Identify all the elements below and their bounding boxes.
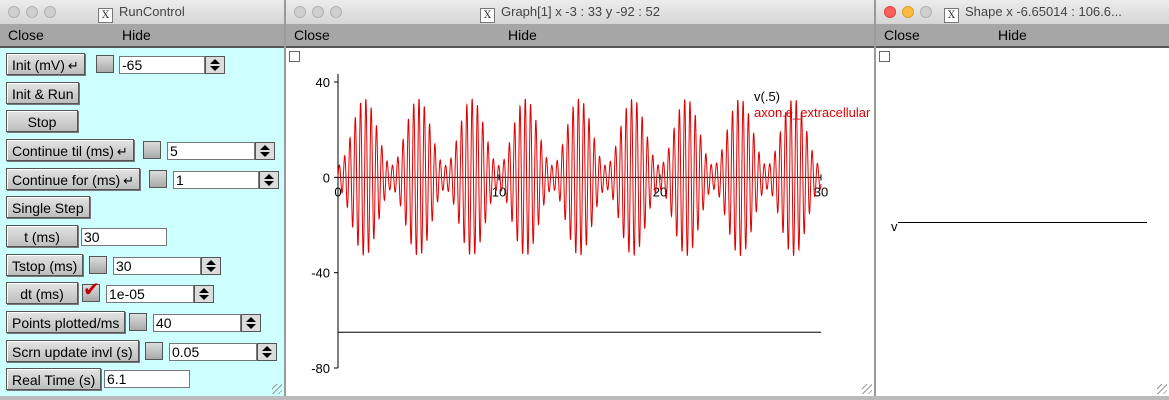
points-plotted-button[interactable]: Points plotted/ms [6,311,126,333]
points-plotted-checkbox[interactable] [129,313,147,331]
tstop-button[interactable]: Tstop (ms) [6,254,84,276]
y-tick-label: -80 [311,361,330,376]
minimize-window-icon[interactable] [902,6,914,18]
scrn-update-spinner[interactable] [257,343,277,361]
continue-til-checkbox[interactable] [143,141,161,159]
legend-axon-e-extracellular: axon.e_extracellular [754,105,871,120]
x-tick-label: 0 [334,184,341,199]
real-time-button[interactable]: Real Time (s) [6,368,102,390]
continue-til-button[interactable]: Continue til (ms) ↵ [6,139,134,161]
shape-menu-box[interactable] [879,51,890,62]
graph-title: X Graph[1] x -3 : 33 y -92 : 52 [480,4,660,23]
runcontrol-titlebar: X RunControl [0,0,284,25]
shape-canvas[interactable]: v [876,48,1169,396]
init-checkbox[interactable] [96,55,114,73]
continue-til-field[interactable]: 5 [167,142,255,160]
graph-titlebar: X Graph[1] x -3 : 33 y -92 : 52 [286,0,874,25]
stop-button[interactable]: Stop [6,110,78,132]
close-menu[interactable]: Close [884,27,920,43]
return-arrow-icon: ↵ [116,145,128,160]
close-window-icon[interactable] [884,6,896,18]
zoom-window-icon[interactable] [44,6,56,18]
shape-titlebar: X Shape x -6.65014 : 106.6... [876,0,1169,25]
return-arrow-icon: ↵ [123,174,135,189]
window-controls [884,6,938,24]
voltage-plot: 400-40-800 10 20 30v(.5)axon.e_extracellula… [311,74,871,376]
window-controls [8,6,62,24]
graph-window: X Graph[1] x -3 : 33 y -92 : 52 Close Hid… [286,0,874,396]
zoom-window-icon[interactable] [920,6,932,18]
minimize-window-icon[interactable] [26,6,38,18]
close-menu[interactable]: Close [294,27,330,43]
resize-grip-icon[interactable] [272,384,282,394]
legend-v: v(.5) [754,89,780,104]
hide-menu[interactable]: Hide [508,27,537,43]
shape-window: X Shape x -6.65014 : 106.6... Close Hide … [876,0,1169,396]
dt-button[interactable]: dt (ms) [6,282,78,304]
shape-menubar: Close Hide [876,24,1169,48]
resize-grip-icon[interactable] [862,384,872,394]
runcontrol-menubar: Close Hide [0,24,284,48]
continue-for-checkbox[interactable] [149,170,167,188]
single-step-button[interactable]: Single Step [6,196,90,218]
init-value-field[interactable]: -65 [119,56,205,74]
init-spinner[interactable] [205,56,225,74]
shape-label: v [891,219,898,234]
return-arrow-icon: ↵ [67,59,79,74]
tstop-spinner[interactable] [201,257,221,275]
zoom-window-icon[interactable] [330,6,342,18]
dt-checkbox[interactable]: ✔ [82,279,100,302]
close-menu[interactable]: Close [8,27,44,43]
scrn-update-field[interactable]: 0.05 [169,343,257,361]
continue-for-button[interactable]: Continue for (ms) ↵ [6,168,141,190]
resize-grip-icon[interactable] [1157,384,1167,394]
tstop-checkbox[interactable] [89,256,107,274]
y-tick-label: 0 [323,170,330,185]
checkmark-icon: ✔ [83,277,100,301]
dt-spinner[interactable] [194,285,214,303]
runcontrol-title: X RunControl [98,4,185,23]
t-button[interactable]: t (ms) [6,225,78,247]
close-window-icon[interactable] [8,6,20,18]
continue-for-spinner[interactable] [259,171,279,189]
y-tick-label: 40 [316,75,330,90]
init-button[interactable]: Init (mV) ↵ [6,53,85,75]
x-tick-label: 10 [492,184,506,199]
x11-icon: X [98,8,113,23]
hide-menu[interactable]: Hide [122,27,151,43]
hide-menu[interactable]: Hide [998,27,1027,43]
real-time-field: 6.1 [104,370,190,388]
t-value-field[interactable]: 30 [81,228,167,246]
tstop-field[interactable]: 30 [113,257,201,275]
window-controls [294,6,348,24]
continue-for-field[interactable]: 1 [173,171,259,189]
points-plotted-field[interactable]: 40 [153,314,241,332]
runcontrol-panel: Init (mV) ↵ -65 Init & Run Stop Continue … [0,48,284,396]
x11-icon: X [944,8,959,23]
y-tick-label: -40 [311,266,330,281]
axon-section-line [898,222,1147,223]
minimize-window-icon[interactable] [312,6,324,18]
graph-canvas[interactable]: 40 0 -40 -80 0 10 20 30 v(.5) axon.e_extracellula… [286,48,874,396]
init-run-button[interactable]: Init & Run [6,82,80,104]
continue-til-spinner[interactable] [255,142,275,160]
shape-title: X Shape x -6.65014 : 106.6... [944,4,1122,23]
graph-menubar: Close Hide [286,24,874,48]
close-window-icon[interactable] [294,6,306,18]
scrn-update-button[interactable]: Scrn update invl (s) [6,340,139,362]
desktop-strip [0,396,1169,400]
scrn-update-checkbox[interactable] [145,342,163,360]
points-plotted-spinner[interactable] [241,314,261,332]
x11-icon: X [480,8,495,23]
dt-field[interactable]: 1e-05 [106,285,194,303]
runcontrol-window: X RunControl Close Hide Init (mV) ↵ -65 In… [0,0,284,396]
